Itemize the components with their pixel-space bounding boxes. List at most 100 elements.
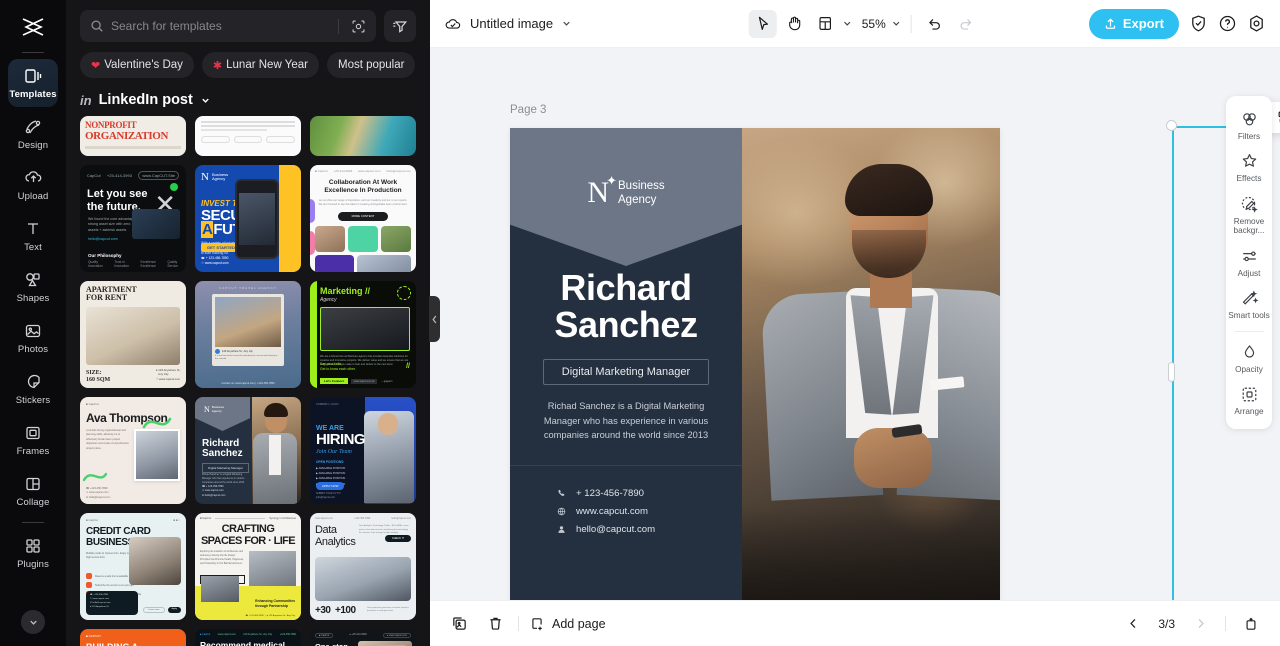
document-title[interactable]: Untitled image xyxy=(444,16,572,32)
rail-collapse-button[interactable] xyxy=(21,610,45,634)
template-card[interactable]: CapCut +25-414-3993 www.CapCUT.Site Let yo… xyxy=(80,165,186,272)
zoom-level: 55% xyxy=(861,16,886,31)
redo-button[interactable] xyxy=(952,10,980,38)
template-card[interactable]: Marketing // Agency We are a full-servic… xyxy=(310,281,416,388)
sidebar-item-frames[interactable]: Frames xyxy=(8,416,58,464)
image-search-icon[interactable] xyxy=(346,14,370,38)
template-card[interactable]: ■ CapCut Synergy in Architecture CRAFTING… xyxy=(195,513,301,620)
sidebar-item-templates[interactable]: Templates xyxy=(8,59,58,107)
template-card[interactable]: APARTMENT FOR RENT SIZE: 160 SQM ● 123 Any… xyxy=(80,281,186,388)
category-selector[interactable]: in LinkedIn post xyxy=(66,92,430,108)
collage-icon xyxy=(23,474,43,494)
chip-most-popular[interactable]: Most popular xyxy=(326,52,416,78)
sidebar-item-upload[interactable]: Upload xyxy=(8,161,58,209)
tool-label: Effects xyxy=(1236,174,1262,184)
layout-tool[interactable] xyxy=(811,10,839,38)
template-card[interactable]: ■ CapCut www.capcut.com 123 Anywhere St., … xyxy=(195,629,301,646)
sidebar-item-label: Plugins xyxy=(17,559,49,570)
search-input[interactable] xyxy=(111,19,331,33)
brand-monogram: N ✦ xyxy=(587,173,617,209)
tool-effects[interactable]: Effects xyxy=(1227,146,1271,188)
template-card[interactable] xyxy=(195,116,301,156)
selection-handle-top-left[interactable] xyxy=(1166,120,1177,131)
shield-check-icon[interactable] xyxy=(1189,14,1208,33)
zoom-chevron-down-icon[interactable] xyxy=(891,18,902,29)
panel-collapse-handle[interactable] xyxy=(429,296,440,342)
card-photo[interactable] xyxy=(742,128,1000,600)
capcut-logo-icon[interactable] xyxy=(13,10,53,44)
plugins-icon xyxy=(23,536,43,556)
expand-panel-button[interactable] xyxy=(1238,611,1264,637)
hand-tool[interactable] xyxy=(780,10,808,38)
add-page-button[interactable]: Add page xyxy=(529,616,606,632)
globe-icon xyxy=(556,507,567,516)
app-root: Templates Design Upload Text Shapes Phot… xyxy=(0,0,1280,646)
template-card[interactable]: CAPCUT TRAVEL AGENCY 123 Anywhere St., A… xyxy=(195,281,301,388)
chip-label: Valentine's Day xyxy=(104,59,183,71)
sidebar-item-plugins[interactable]: Plugins xyxy=(8,529,58,577)
settings-icon[interactable] xyxy=(1247,14,1266,33)
chip-label: Most popular xyxy=(337,59,405,71)
prev-page-button[interactable] xyxy=(1120,611,1146,637)
sidebar-item-text[interactable]: Text xyxy=(8,212,58,260)
rail-divider xyxy=(22,52,44,53)
template-card[interactable]: ■ CapCut +25-414-3993 www.capcut.com hello@… xyxy=(310,165,416,272)
search-input-wrapper[interactable] xyxy=(80,10,376,42)
template-card[interactable]: ■ CAPCUT BUILDING ABETTER FUTURE xyxy=(80,629,186,646)
tool-opacity[interactable]: Opacity xyxy=(1227,337,1271,379)
templates-icon xyxy=(23,66,43,86)
tool-smart-tools[interactable]: Smart tools xyxy=(1227,283,1271,325)
chip-lunar-new-year[interactable]: ✱ Lunar New Year xyxy=(201,52,319,78)
duplicate-page-button[interactable] xyxy=(446,611,472,637)
template-card[interactable]: ■ CapCut● +25-414-3993● www.capcut.com O… xyxy=(310,629,416,646)
sidebar-item-label: Frames xyxy=(16,446,50,457)
remove-background-icon xyxy=(1240,195,1259,214)
template-card[interactable]: N Business Agency Richard Sanchez Digital M… xyxy=(195,397,301,504)
design-canvas[interactable]: N ✦ Business Agency Richard Sanchez Digita… xyxy=(510,128,1000,600)
filter-button[interactable] xyxy=(384,10,416,42)
sidebar-item-design[interactable]: Design xyxy=(8,110,58,158)
search-row xyxy=(80,10,416,42)
delete-page-button[interactable] xyxy=(482,611,508,637)
card-role: Digital Marketing Manager xyxy=(542,359,710,386)
contact-text: www.capcut.com xyxy=(576,505,648,517)
tool-arrange[interactable]: Arrange xyxy=(1227,379,1271,421)
category-name: LinkedIn post xyxy=(98,92,193,108)
sidebar-item-photos[interactable]: Photos xyxy=(8,314,58,362)
card-name: Richard Sanchez xyxy=(554,267,698,345)
bottombar-divider-2 xyxy=(1225,616,1226,631)
export-button[interactable]: Export xyxy=(1088,8,1179,39)
stickers-icon xyxy=(23,372,43,392)
editor-bottombar: Add page 3/3 xyxy=(430,600,1280,646)
sidebar-item-shapes[interactable]: Shapes xyxy=(8,263,58,311)
contact-row-phone: + 123-456-7890 xyxy=(556,488,696,499)
replace-tool[interactable] xyxy=(1272,105,1280,130)
undo-button[interactable] xyxy=(921,10,949,38)
template-card[interactable]: COMPANY | LOGO WE ARE HIRING Join Our Te… xyxy=(310,397,416,504)
template-card[interactable]: ■ CapCut ■ ■ ○ CREDIT CARD BUSINESS Multip… xyxy=(80,513,186,620)
template-card[interactable]: N BusinessAgency INVEST TODAY! SECURE AF… xyxy=(195,165,301,272)
next-page-button[interactable] xyxy=(1187,611,1213,637)
layout-chevron-down-icon[interactable] xyxy=(842,18,853,29)
chip-valentines-day[interactable]: ❤ Valentine's Day xyxy=(80,52,194,78)
select-tool[interactable] xyxy=(748,9,777,38)
template-card[interactable]: NONPROFIT ORGANIZATION xyxy=(80,116,186,156)
tool-filters[interactable]: Filters xyxy=(1227,104,1271,146)
templates-grid: NONPROFIT ORGANIZATION CapCut +25-414-39… xyxy=(66,116,430,646)
tool-remove-background[interactable]: Remove backgr... xyxy=(1227,189,1271,241)
tool-adjust[interactable]: Adjust xyxy=(1227,241,1271,283)
rail-divider-2 xyxy=(22,522,44,523)
selection-handle-left[interactable] xyxy=(1168,362,1175,382)
smart-tools-icon xyxy=(1240,289,1259,308)
contact-row-email: hello@capcut.com xyxy=(556,524,696,535)
sidebar-item-collage[interactable]: Collage xyxy=(8,467,58,515)
template-card[interactable] xyxy=(310,116,416,156)
document-title-text: Untitled image xyxy=(470,16,554,31)
canvas-stage[interactable]: Page 3 N ✦ Business Agency Richard Sanch… xyxy=(430,48,1280,600)
sidebar-item-stickers[interactable]: Stickers xyxy=(8,365,58,413)
template-card[interactable]: www.capcut.com +123-456-7890 hello@capcut.… xyxy=(310,513,416,620)
card-info-panel: N ✦ Business Agency Richard Sanchez Digita… xyxy=(510,128,742,600)
help-circle-icon[interactable] xyxy=(1218,14,1237,33)
template-card[interactable]: ■ CapCut Ava Thompson I provide strong o… xyxy=(80,397,186,504)
shapes-icon xyxy=(23,270,43,290)
